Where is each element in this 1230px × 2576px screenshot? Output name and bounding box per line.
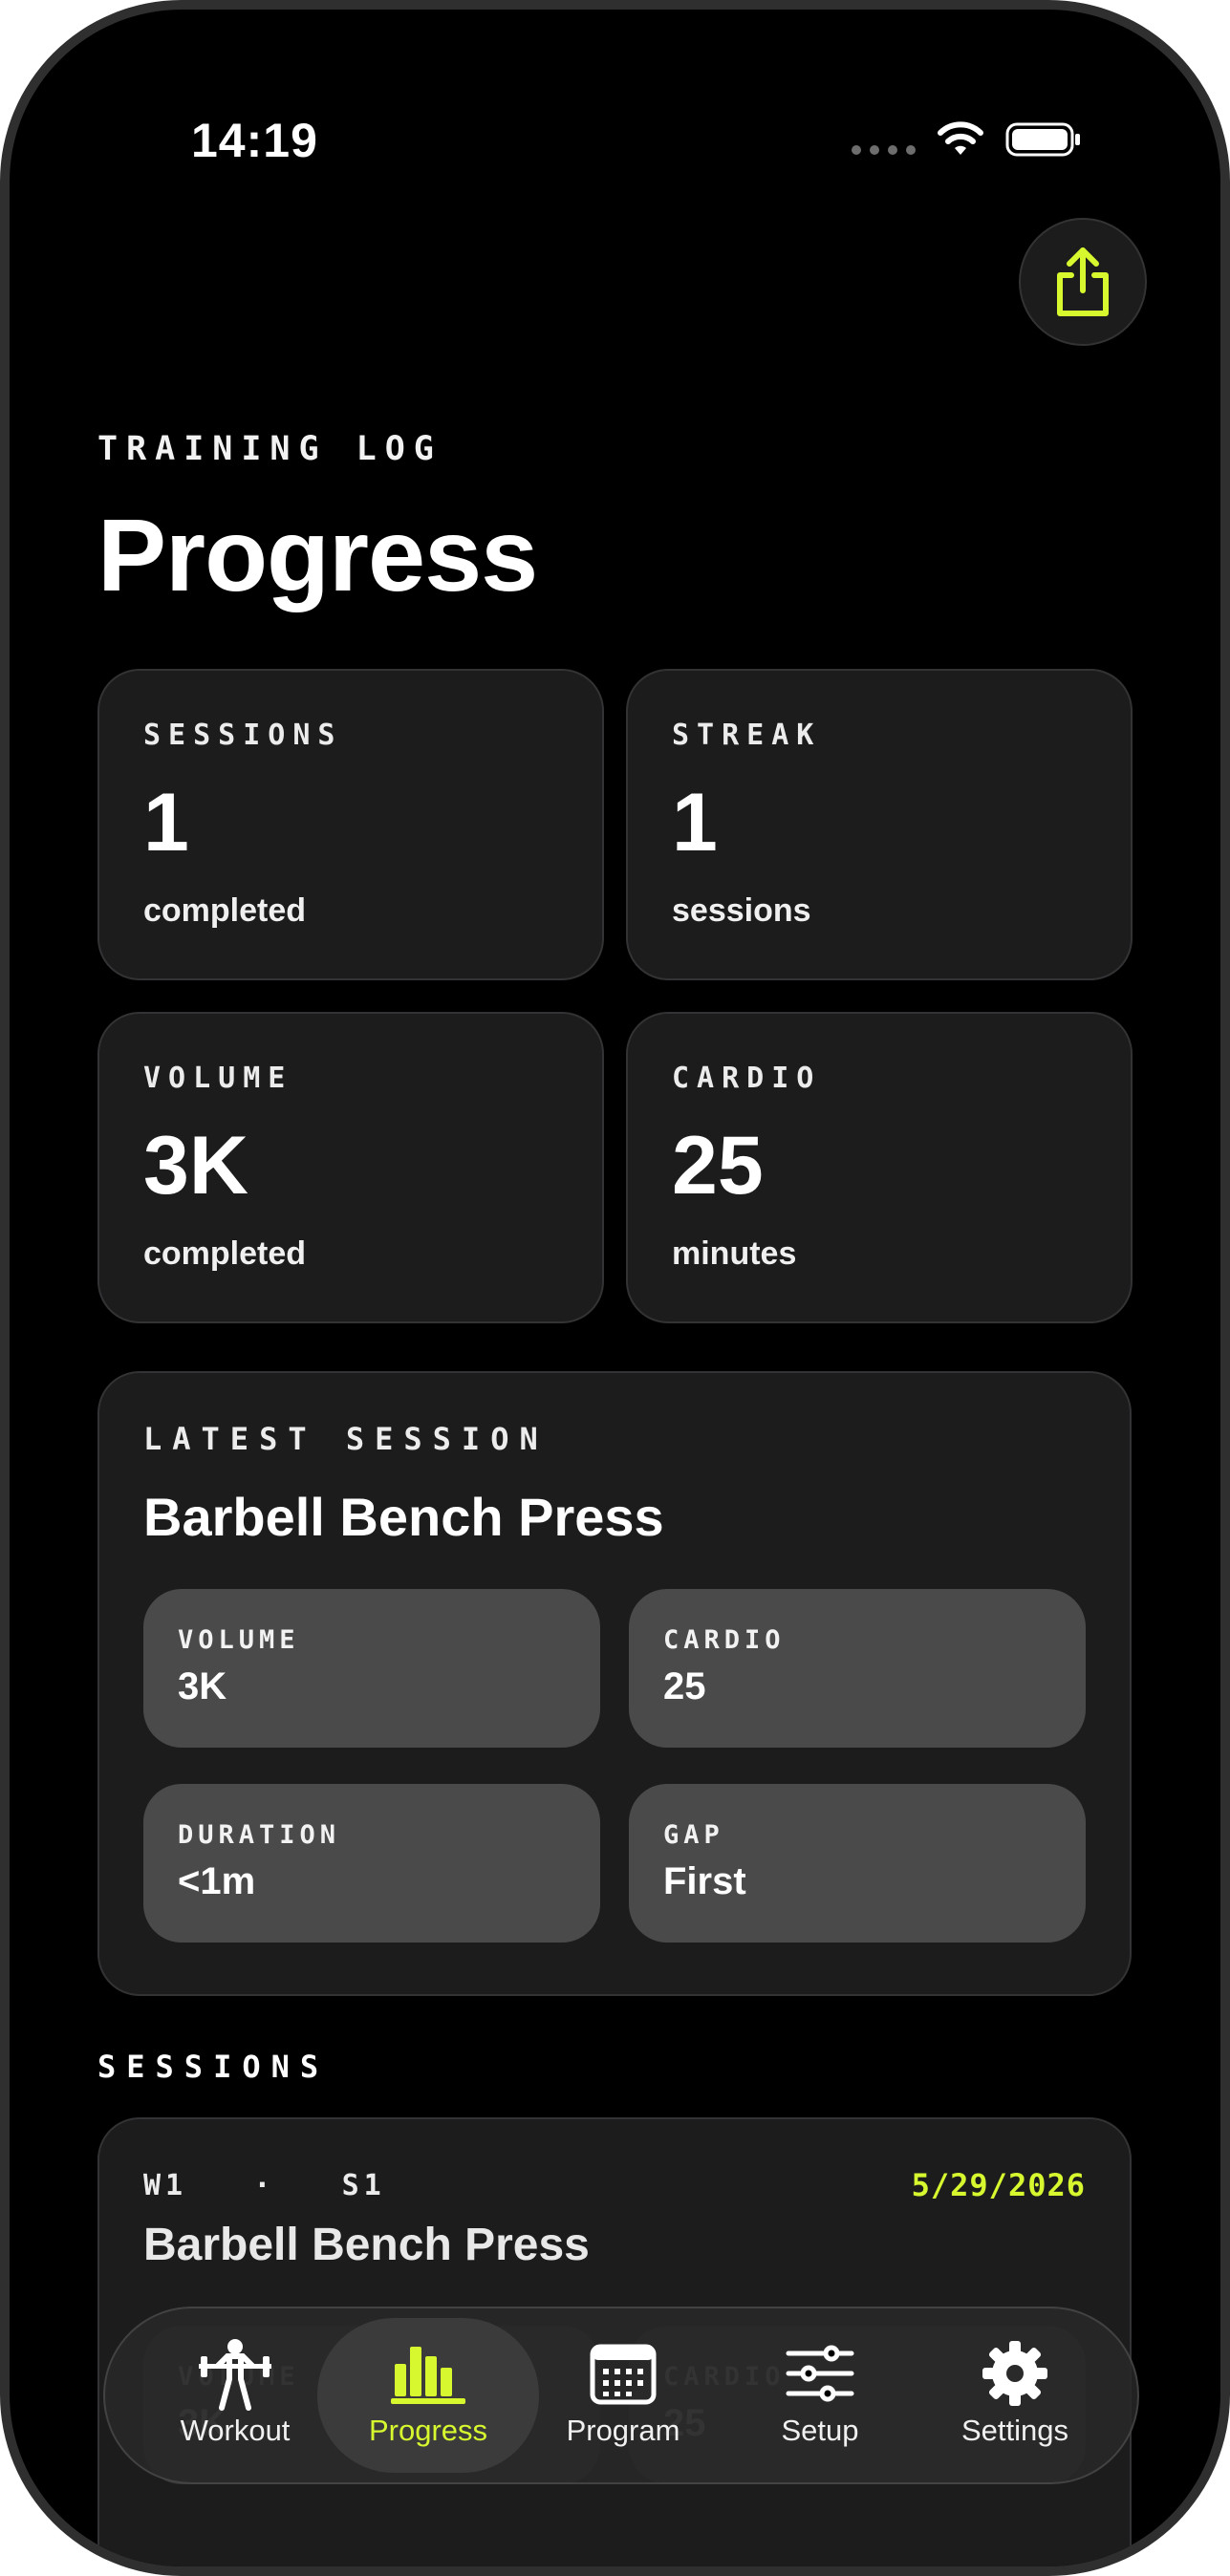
- stat-value: 25: [672, 1120, 764, 1212]
- session-separator: ·: [253, 2169, 276, 2202]
- session-number: S1: [341, 2169, 386, 2202]
- stat-card-sessions: SESSIONS 1 completed: [97, 669, 604, 980]
- tab-settings[interactable]: Settings: [919, 2318, 1111, 2473]
- tile-label: GAP: [663, 1820, 724, 1850]
- stat-sub: minutes: [672, 1235, 797, 1272]
- tab-label: Workout: [180, 2414, 291, 2447]
- tile-cardio: CARDIO 25: [629, 1589, 1086, 1748]
- bar-chart-icon: [391, 2347, 465, 2404]
- tile-value: 3K: [178, 1665, 227, 1707]
- tab-label: Program: [566, 2414, 680, 2447]
- tile-volume: VOLUME 3K: [143, 1589, 600, 1748]
- tile-label: VOLUME: [178, 1625, 300, 1655]
- tile-duration: DURATION <1m: [143, 1784, 600, 1943]
- battery-icon: [1005, 122, 1080, 157]
- tile-value: First: [663, 1860, 746, 1902]
- tab-progress[interactable]: Progress: [317, 2318, 539, 2473]
- gear-icon: [982, 2341, 1047, 2406]
- tile-label: DURATION: [178, 1820, 341, 1850]
- stat-card-cardio: CARDIO 25 minutes: [626, 1012, 1133, 1323]
- stat-value: 3K: [143, 1120, 248, 1212]
- calendar-icon: [590, 2344, 657, 2405]
- share-button[interactable]: [1019, 218, 1147, 346]
- stat-card-volume: VOLUME 3K completed: [97, 1012, 604, 1323]
- page-title: Progress: [97, 497, 538, 612]
- stat-sub: completed: [143, 892, 307, 929]
- session-week: W1: [143, 2169, 188, 2202]
- tile-value: 25: [663, 1665, 706, 1707]
- device-bezel: 14:19 TRAINING LOG Progress SESSIONS 1 c…: [10, 10, 1220, 2566]
- sliders-icon: [786, 2345, 854, 2402]
- tab-label: Setup: [781, 2414, 859, 2447]
- status-time: 14:19: [191, 114, 318, 167]
- tile-label: CARDIO: [663, 1625, 786, 1655]
- tab-label: Progress: [368, 2414, 488, 2447]
- tab-setup[interactable]: Setup: [724, 2318, 916, 2473]
- cellular-icon: [852, 145, 916, 155]
- latest-session-title: Barbell Bench Press: [143, 1487, 664, 1547]
- tab-label: Settings: [960, 2414, 1068, 2447]
- sessions-section-label: SESSIONS: [97, 2049, 330, 2085]
- weightlifter-icon: [199, 2339, 271, 2411]
- page-overline: TRAINING LOG: [97, 430, 442, 468]
- stat-card-streak: STREAK 1 sessions: [626, 669, 1133, 980]
- latest-session-label: LATEST SESSION: [143, 1421, 549, 1457]
- session-title: Barbell Bench Press: [143, 2220, 590, 2270]
- stat-label: VOLUME: [143, 1062, 293, 1095]
- wifi-icon: [938, 121, 983, 155]
- tab-program[interactable]: Program: [528, 2318, 719, 2473]
- session-date: 5/29/2026: [911, 2167, 1086, 2203]
- stat-label: STREAK: [672, 719, 822, 752]
- stat-value: 1: [672, 777, 718, 869]
- tab-bar: Workout Progress Program Setup Settings: [103, 2307, 1139, 2484]
- stat-value: 1: [143, 777, 189, 869]
- latest-session-card[interactable]: LATEST SESSION Barbell Bench Press VOLUM…: [97, 1371, 1132, 1996]
- tile-gap: GAP First: [629, 1784, 1086, 1943]
- session-meta: W1 · S1: [143, 2169, 386, 2202]
- stat-label: CARDIO: [672, 1062, 822, 1095]
- stat-sub: sessions: [672, 892, 811, 929]
- share-icon: [1057, 247, 1109, 316]
- tile-value: <1m: [178, 1860, 256, 1902]
- stat-label: SESSIONS: [143, 719, 343, 752]
- status-icons: [852, 120, 1082, 159]
- stat-sub: completed: [143, 1235, 307, 1272]
- tab-workout[interactable]: Workout: [140, 2318, 331, 2473]
- screen: 14:19 TRAINING LOG Progress SESSIONS 1 c…: [10, 10, 1220, 2566]
- device-frame: 14:19 TRAINING LOG Progress SESSIONS 1 c…: [0, 0, 1230, 2576]
